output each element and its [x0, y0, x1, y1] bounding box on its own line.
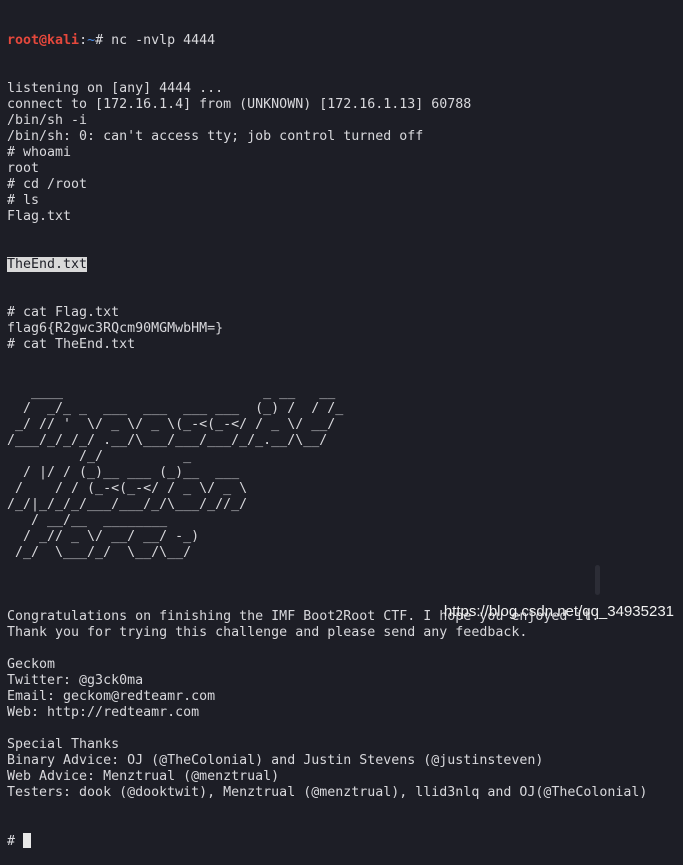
ascii-art-line: / __/__ ________ [7, 513, 168, 528]
ascii-art-line: / |/ / (_)__ ___ (_)__ ___ [7, 465, 240, 480]
output-line: # ls [7, 193, 40, 208]
ascii-art-line: / _/_ _ ___ ___ ___ ___ (_) / / /_ [7, 401, 344, 416]
output-line: # cat Flag.txt [7, 305, 120, 320]
output-line: Web: http://redteamr.com [7, 705, 200, 720]
cursor [23, 833, 32, 848]
ascii-art-line: ____ _ __ __ [7, 385, 336, 400]
terminal-output[interactable]: root@kali:~# nc -nvlp 4444 listening on … [7, 1, 647, 865]
scrollbar[interactable] [595, 565, 600, 595]
output-line: flag6{R2gwc3RQcm90MGMwbHM=} [7, 321, 224, 336]
output-line: connect to [172.16.1.4] from (UNKNOWN) [… [7, 97, 472, 112]
output-line: Geckom [7, 657, 56, 672]
output-line: /bin/sh: 0: can't access tty; job contro… [7, 129, 424, 144]
output-line: # cat TheEnd.txt [7, 337, 136, 352]
watermark: https://blog.csdn.net/qq_34935231 [443, 603, 674, 620]
prompt-sep: : [79, 33, 88, 48]
output-line: Testers: dook (@dooktwit), Menztrual (@m… [7, 785, 648, 800]
output-line: Thank you for trying this challenge and … [7, 625, 528, 640]
ascii-art-line: /_/ _ [7, 449, 192, 464]
prompt-command: nc -nvlp 4444 [111, 33, 216, 48]
output-line: # whoami [7, 145, 72, 160]
ascii-art-line: /_/ \___/_/ \__/\__/ [7, 545, 192, 560]
ascii-art-line: / _// _ \/ __/ __/ -_) [7, 529, 200, 544]
ascii-art-line: _/ // ' \/ _ \/ _ \(_-<(_-</ / _ \/ __/ [7, 417, 336, 432]
ascii-art-line: /_/|_/_/_/___/___/_/\___/_//_/ [7, 497, 248, 512]
ascii-art-line: / / / (_-<(_-</ / _ \/ _ \ [7, 481, 248, 496]
output-line: Flag.txt [7, 209, 72, 224]
final-prompt-line[interactable]: # [7, 833, 647, 849]
output-line: listening on [any] 4444 ... [7, 81, 224, 96]
ascii-art-line: /___/_/_/_/ .__/\___/___/___/_/_.__/\__/ [7, 433, 328, 448]
output-line: Email: geckom@redteamr.com [7, 689, 216, 704]
output-line: /bin/sh -i [7, 113, 88, 128]
prompt-symbol: # [95, 33, 112, 48]
output-line: Special Thanks [7, 737, 120, 752]
prompt-path: ~ [87, 33, 96, 48]
final-prompt: # [7, 834, 24, 849]
output-line: root [7, 161, 40, 176]
selected-line: TheEnd.txt [7, 257, 647, 273]
output-line: Web Advice: Menztrual (@menztrual) [7, 769, 280, 784]
output-line: Binary Advice: OJ (@TheColonial) and Jus… [7, 753, 544, 768]
selected-text[interactable]: TheEnd.txt [7, 257, 88, 272]
prompt-line: root@kali:~# nc -nvlp 4444 [7, 33, 647, 49]
output-line: Twitter: @g3ck0ma [7, 673, 144, 688]
output-line: # cd /root [7, 177, 88, 192]
prompt-user: root@kali [7, 33, 80, 48]
